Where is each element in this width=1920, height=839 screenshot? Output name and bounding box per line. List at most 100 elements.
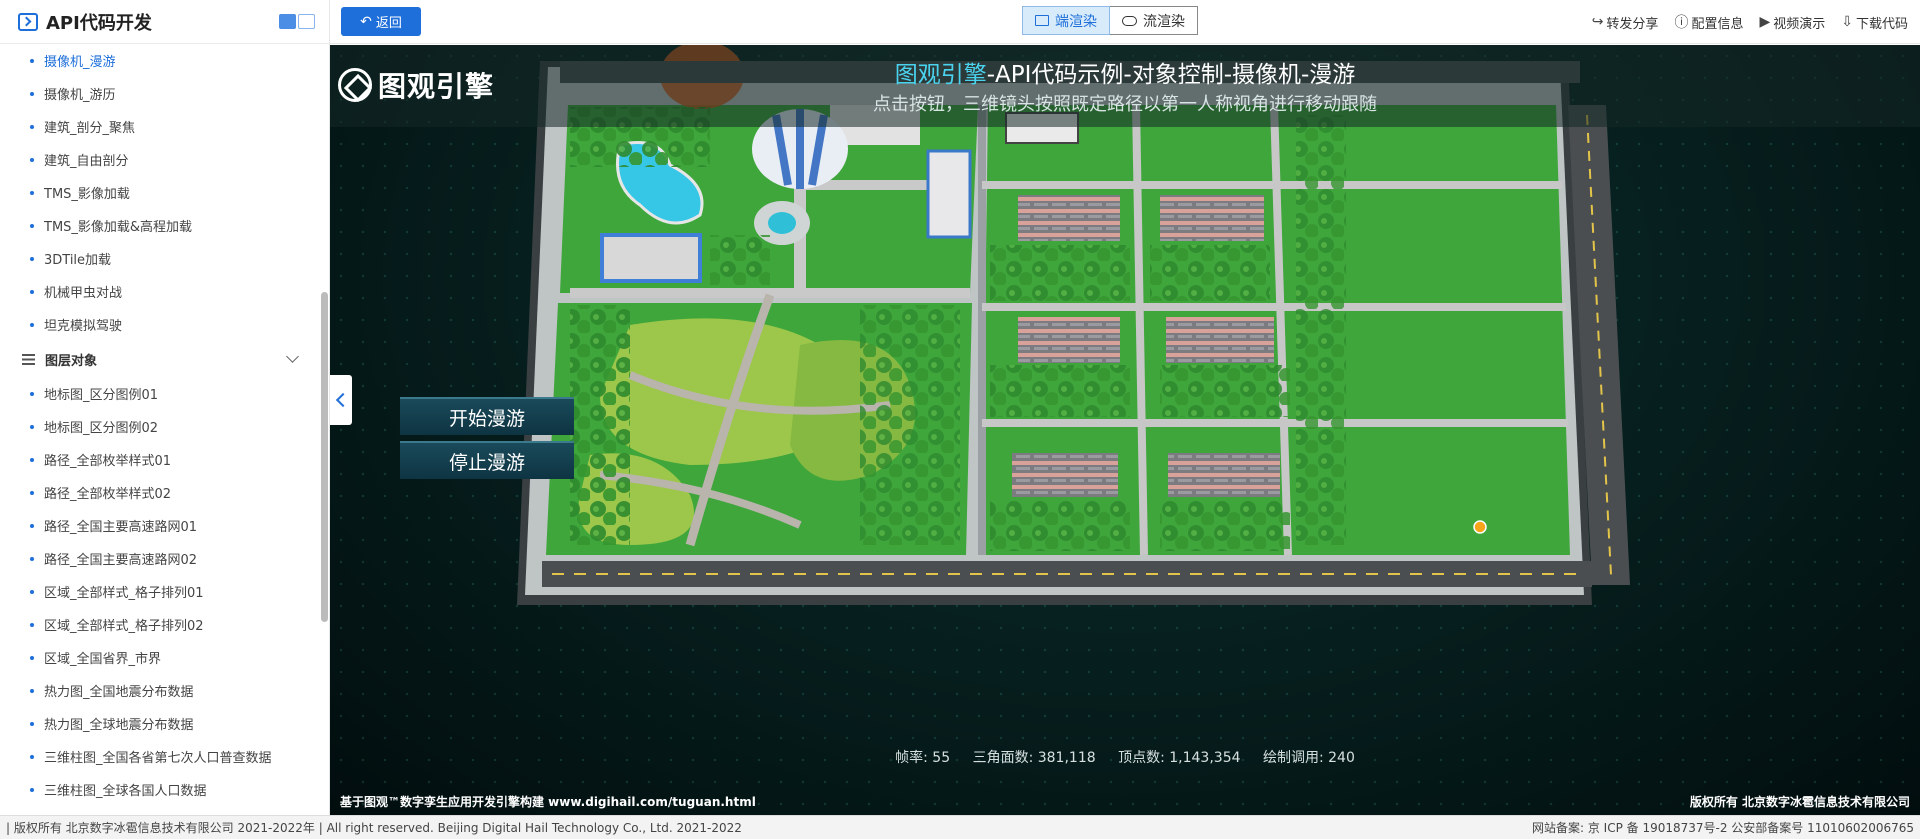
- scene-viewer[interactable]: 图观引擎 图观引擎-API代码示例-对象控制-摄像机-漫游 点击按钮，三维镜头按…: [330, 45, 1920, 815]
- stream-render-button[interactable]: 流渲染: [1110, 6, 1198, 35]
- page-title: 图观引擎-API代码示例-对象控制-摄像机-漫游: [330, 55, 1920, 89]
- bullet-icon: [30, 256, 34, 261]
- code-terminal-icon: [18, 12, 38, 31]
- config-info-button[interactable]: ⓘ 配置信息: [1674, 12, 1743, 32]
- config-info-label: 配置信息: [1691, 16, 1744, 32]
- view-toggle[interactable]: [279, 14, 315, 29]
- sidebar-list: 摄像机_漫游摄像机_游历建筑_剖分_聚焦建筑_自由剖分 TMS_影像加载 TMS_影…: [0, 44, 319, 815]
- bullet-icon: [30, 622, 34, 627]
- bullet-icon: [30, 91, 34, 96]
- sidebar-item[interactable]: 热力图_全国地震分布数据: [0, 674, 319, 707]
- bullet-icon: [30, 223, 34, 228]
- sidebar-item[interactable]: 区域_全国省界_市界: [0, 641, 319, 674]
- sidebar-item[interactable]: 摄像机_游历: [0, 77, 319, 110]
- stream-render-label: 流渲染: [1143, 13, 1185, 30]
- topbar: ↶ 返回 端渲染 流渲染 ↪ 转发分享 ⓘ 配置信息 ▶ 视频演示 ⇩ 下载代码: [330, 0, 1920, 44]
- stat-draw-calls: 绘制调用: 240: [1262, 750, 1355, 766]
- top-actions: ↪ 转发分享 ⓘ 配置信息 ▶ 视频演示 ⇩ 下载代码: [1592, 0, 1908, 44]
- video-demo-label: 视频演示: [1773, 16, 1826, 32]
- download-icon: ⇩: [1841, 14, 1853, 30]
- sidebar-item-label: TMS_影像加载: [44, 187, 130, 202]
- back-arrow-icon: ↶: [360, 13, 372, 30]
- sidebar-item-label: 路径_全国主要高速路网02: [44, 553, 198, 568]
- back-button[interactable]: ↶ 返回: [341, 7, 421, 36]
- engine-credit: 基于图观™数字孪生应用开发引擎构建 www.digihail.com/tugua…: [340, 795, 756, 809]
- bullet-icon: [30, 124, 34, 129]
- sidebar-item[interactable]: 建筑_剖分_聚焦: [0, 110, 319, 143]
- sidebar-item[interactable]: 机械甲虫对战: [0, 275, 319, 308]
- sidebar-item[interactable]: 建筑_自由剖分: [0, 143, 319, 176]
- chevron-left-icon: [335, 392, 351, 408]
- share-icon: ↪: [1591, 14, 1604, 30]
- sidebar-item[interactable]: 路径_全部枚举样式02: [0, 476, 319, 509]
- sidebar-item[interactable]: 三维柱图_全球各国人口数据: [0, 773, 319, 806]
- start-tour-button[interactable]: 开始漫游: [400, 397, 574, 435]
- footer-icp: 网站备案: 京 ICP 备 19018737号-2 公安部备案号 1101060…: [1531, 821, 1914, 835]
- bullet-icon: [30, 787, 34, 792]
- sidebar-item[interactable]: 区域_全部样式_格子排列01: [0, 575, 319, 608]
- info-icon: ⓘ: [1674, 15, 1689, 31]
- download-code-button[interactable]: ⇩ 下载代码: [1841, 13, 1908, 32]
- render-stats: 帧率: 55 三角面数: 381,118 顶点数: 1,143,354 绘制调用…: [330, 747, 1920, 767]
- play-circle-icon: ▶: [1759, 14, 1771, 30]
- cloud-download-icon: [1122, 15, 1137, 26]
- sidebar-group-layers[interactable]: 图层对象: [0, 341, 319, 377]
- bullet-icon: [30, 190, 34, 195]
- sidebar-item-label: 区域_全部样式_格子排列02: [44, 619, 204, 634]
- sidebar-item-label: 地标图_区分图例01: [44, 388, 159, 403]
- sidebar-item[interactable]: 3DTile加载: [0, 242, 319, 275]
- sidebar-item[interactable]: 地标图_区分图例02: [0, 410, 319, 443]
- sidebar: API代码开发 摄像机_漫游摄像机_游历建筑_剖分_聚焦建筑_自由剖分 TMS_影…: [0, 0, 330, 815]
- sidebar-item[interactable]: TMS_影像加载: [0, 176, 319, 209]
- bullet-icon: [30, 424, 34, 429]
- sidebar-item[interactable]: 地标图_区分图例01: [0, 377, 319, 410]
- bullet-icon: [30, 157, 34, 162]
- sidebar-item-label: 机械甲虫对战: [44, 286, 123, 301]
- sidebar-item-label: 摄像机_游历: [44, 88, 116, 103]
- list-view-icon[interactable]: [298, 14, 315, 29]
- download-code-label: 下载代码: [1855, 16, 1908, 32]
- sidebar-item-label: 地标图_区分图例02: [44, 421, 159, 436]
- stat-triangles: 三角面数: 381,118: [972, 750, 1096, 766]
- stop-tour-button[interactable]: 停止漫游: [400, 441, 574, 479]
- viewer-copyright: 版权所有 北京数字冰雹信息技术有限公司: [1689, 795, 1910, 809]
- bullet-icon: [30, 289, 34, 294]
- client-render-label: 端渲染: [1055, 13, 1097, 30]
- sidebar-item-label: 坦克模拟驾驶: [44, 319, 123, 334]
- sidebar-item[interactable]: 路径_全国主要高速路网02: [0, 542, 319, 575]
- page-title-rest: -API代码示例-对象控制-摄像机-漫游: [986, 62, 1356, 88]
- sidebar-item-label: 3DTile加载: [44, 253, 112, 268]
- sidebar-item[interactable]: TMS_影像加载&高程加载: [0, 209, 319, 242]
- render-mode-switch: 端渲染 流渲染: [1022, 6, 1198, 35]
- sidebar-group-label: 图层对象: [45, 353, 98, 369]
- share-label: 转发分享: [1606, 16, 1659, 32]
- grid-view-icon[interactable]: [279, 14, 296, 29]
- sidebar-item[interactable]: 摄像机_漫游: [0, 44, 319, 77]
- sidebar-item[interactable]: 区域_全部样式_格子排列02: [0, 608, 319, 641]
- bullet-icon: [30, 688, 34, 693]
- sidebar-item-label: 路径_全部枚举样式01: [44, 454, 172, 469]
- sidebar-item[interactable]: 三维柱图_全国各省第七次人口普查数据: [0, 740, 319, 773]
- bullet-icon: [30, 457, 34, 462]
- sidebar-item[interactable]: 热力图_全球地震分布数据: [0, 707, 319, 740]
- collapse-sidebar-tab[interactable]: [330, 375, 352, 425]
- video-demo-button[interactable]: ▶ 视频演示: [1759, 13, 1825, 32]
- sidebar-item-label: 建筑_剖分_聚焦: [44, 121, 136, 136]
- bullet-icon: [30, 490, 34, 495]
- back-button-label: 返回: [375, 16, 402, 31]
- client-render-button[interactable]: 端渲染: [1022, 6, 1110, 35]
- sidebar-item[interactable]: 坦克模拟驾驶: [0, 308, 319, 341]
- sidebar-item[interactable]: 路径_全国主要高速路网01: [0, 509, 319, 542]
- page-title-highlight: 图观引擎: [894, 62, 987, 88]
- chevron-down-icon[interactable]: [286, 350, 299, 363]
- sidebar-item[interactable]: 路径_全部枚举样式01: [0, 443, 319, 476]
- share-button[interactable]: ↪ 转发分享: [1592, 13, 1659, 32]
- footer-copyright: | 版权所有 北京数字冰雹信息技术有限公司 2021-2022年 | All r…: [6, 821, 742, 835]
- sidebar-title: API代码开发: [46, 12, 152, 34]
- sidebar-item-label: TMS_影像加载&高程加载: [44, 220, 193, 235]
- sidebar-item-label: 三维柱图_全国各省第七次人口普查数据: [44, 751, 272, 766]
- sidebar-item-label: 热力图_全国地震分布数据: [44, 685, 194, 700]
- site-footer: | 版权所有 北京数字冰雹信息技术有限公司 2021-2022年 | All r…: [0, 815, 1920, 839]
- sidebar-item-label: 热力图_全球地震分布数据: [44, 718, 194, 733]
- sidebar-scrollbar[interactable]: [321, 292, 328, 622]
